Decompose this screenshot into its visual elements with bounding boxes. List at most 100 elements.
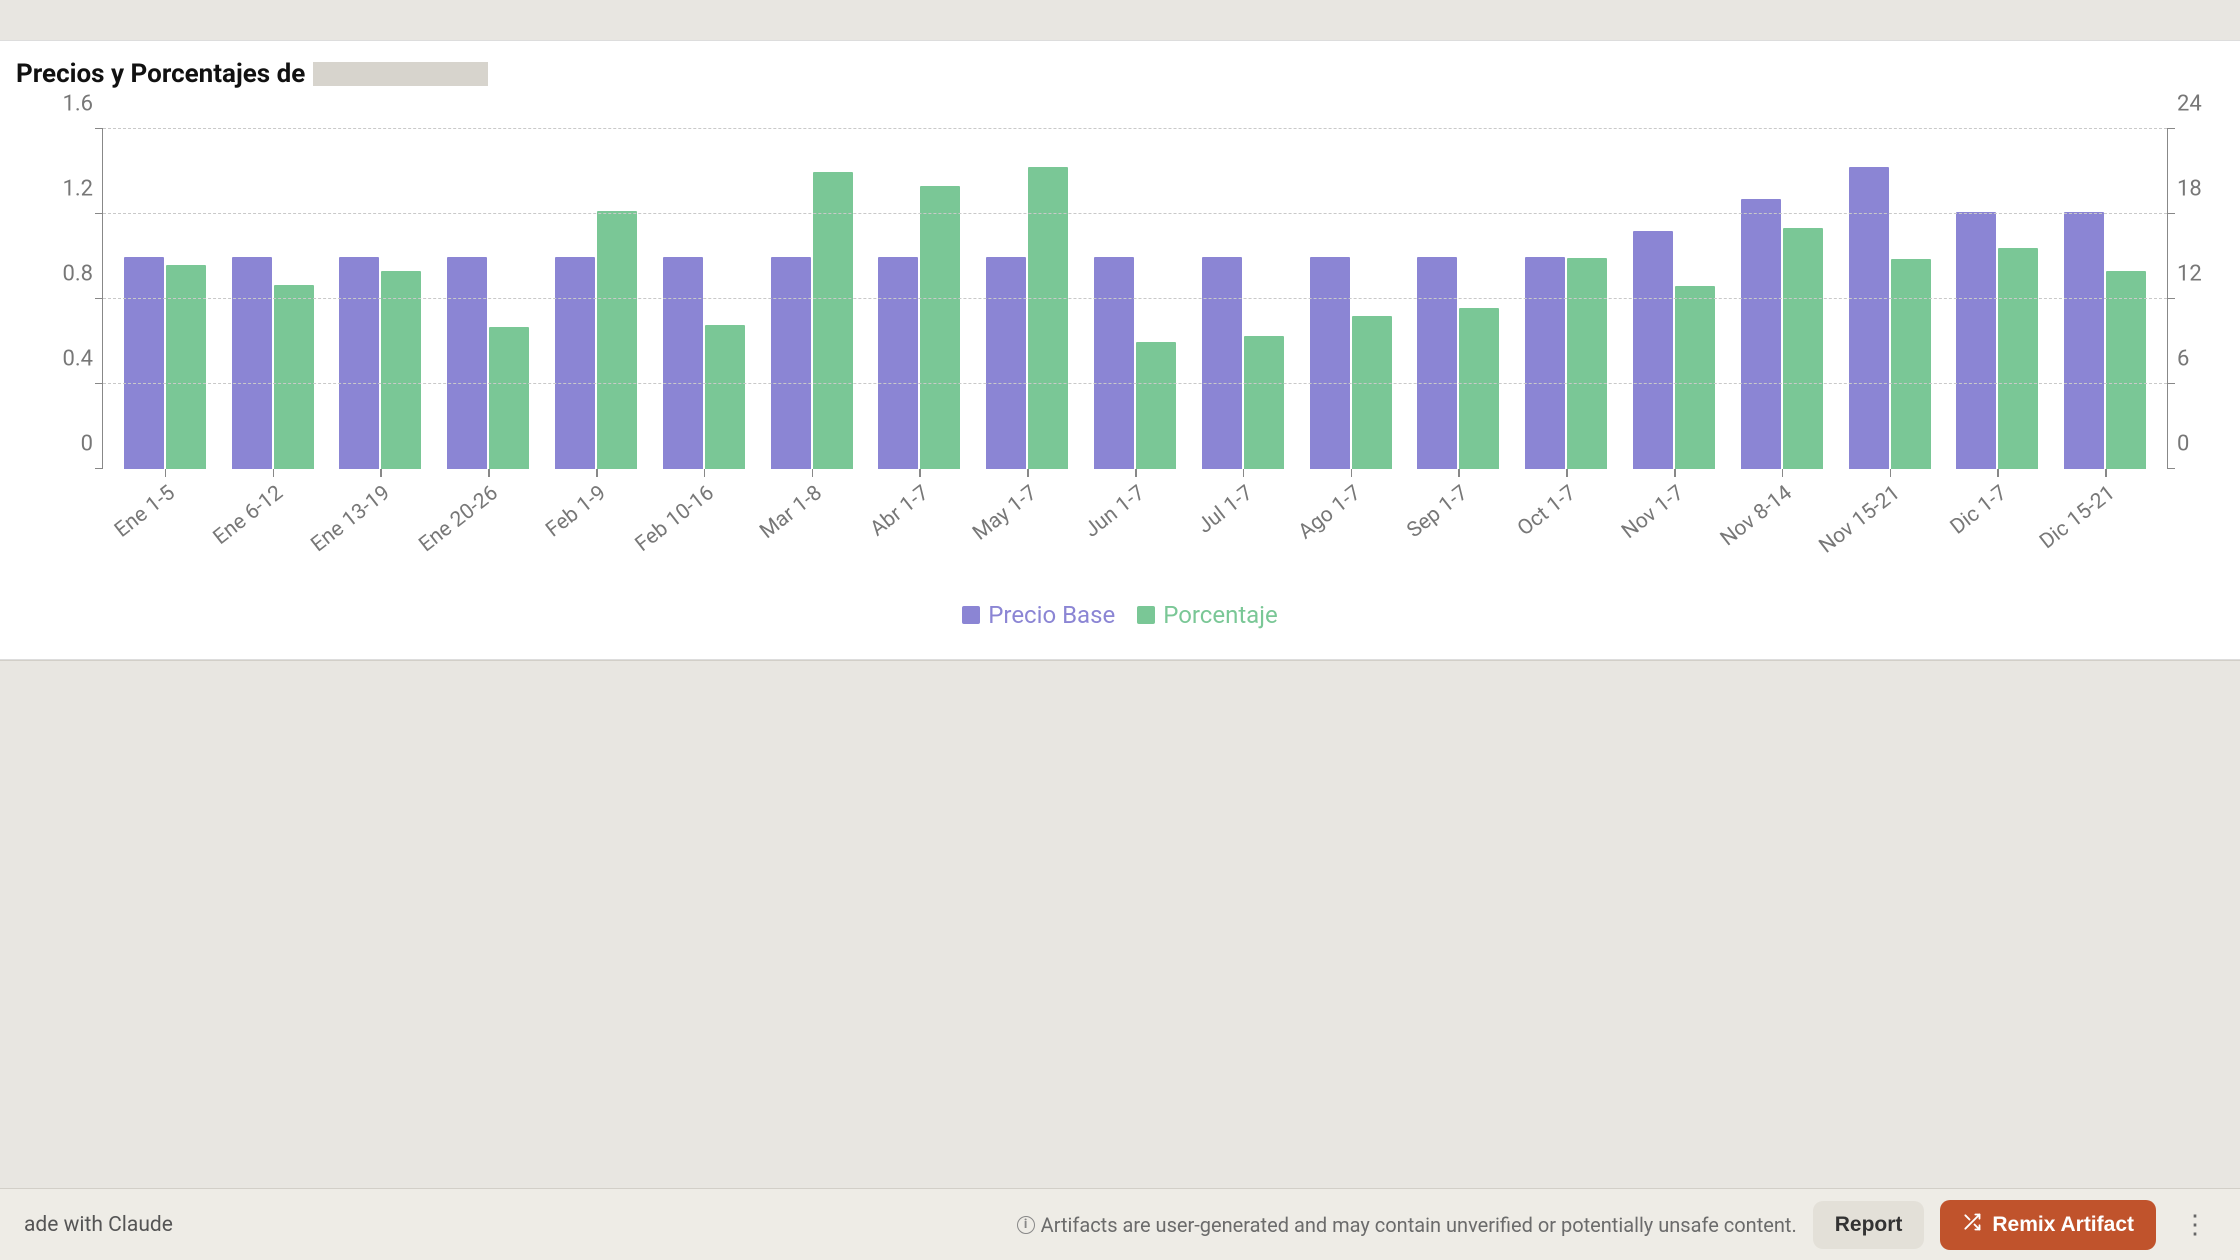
x-label-cell: Feb 10-16 — [650, 469, 758, 549]
title-redacted — [313, 62, 488, 86]
x-tick — [1135, 469, 1137, 477]
bar-group — [434, 129, 542, 469]
bar-porcentaje — [489, 327, 529, 469]
artifact-warning: i Artifacts are user-generated and may c… — [1017, 1213, 1797, 1237]
remix-label: Remix Artifact — [1992, 1213, 2134, 1237]
y-left-tick — [95, 383, 103, 385]
bar-porcentaje — [1567, 258, 1607, 469]
bar-group — [1297, 129, 1405, 469]
x-label-cell: Nov 1-7 — [1620, 469, 1728, 549]
y-left-tick-label: 1.2 — [62, 177, 103, 202]
x-tick-label: Oct 1-7 — [1514, 481, 1582, 541]
bar-group — [973, 129, 1081, 469]
x-label-cell: Ene 1-5 — [111, 469, 219, 549]
x-tick-label: Nov 8-14 — [1716, 481, 1797, 551]
x-axis-labels: Ene 1-5Ene 6-12Ene 13-19Ene 20-26Feb 1-9… — [103, 469, 2167, 549]
bar-precio — [555, 257, 595, 470]
bar-group — [1189, 129, 1297, 469]
x-label-cell: Ago 1-7 — [1297, 469, 1405, 549]
bar-group — [111, 129, 219, 469]
bar-precio — [1633, 231, 1673, 469]
bar-precio — [986, 257, 1026, 470]
bar-group — [758, 129, 866, 469]
bar-precio — [878, 257, 918, 470]
grid-line — [103, 383, 2167, 384]
x-label-cell: Abr 1-7 — [866, 469, 974, 549]
title-prefix: Precios y Porcentajes de — [16, 59, 305, 89]
bar-porcentaje — [705, 325, 745, 470]
x-tick — [704, 469, 706, 477]
footer-bar: ade with Claude i Artifacts are user-gen… — [0, 1188, 2240, 1260]
chart-title: Precios y Porcentajes de — [12, 59, 2228, 89]
bar-group — [2051, 129, 2159, 469]
x-tick-label: Feb 1-9 — [542, 481, 611, 542]
x-tick — [1566, 469, 1568, 477]
plot-area: Ene 1-5Ene 6-12Ene 13-19Ene 20-26Feb 1-9… — [102, 129, 2168, 469]
bar-porcentaje — [920, 186, 960, 469]
bar-group — [650, 129, 758, 469]
y-right-tick — [2167, 298, 2175, 300]
made-with-label: ade with Claude — [24, 1213, 173, 1237]
bar-group — [542, 129, 650, 469]
x-tick-label: Ene 6-12 — [209, 481, 288, 550]
x-tick-label: Nov 1-7 — [1618, 481, 1689, 544]
bar-group — [219, 129, 327, 469]
bar-precio — [771, 257, 811, 470]
bar-porcentaje — [1783, 228, 1823, 469]
bar-precio — [663, 257, 703, 470]
bar-porcentaje — [1244, 336, 1284, 469]
bar-porcentaje — [1675, 286, 1715, 469]
x-tick — [488, 469, 490, 477]
bar-porcentaje — [1352, 316, 1392, 469]
bar-group — [1836, 129, 1944, 469]
y-right-tick — [2167, 383, 2175, 385]
grid-line — [103, 213, 2167, 214]
bar-group — [327, 129, 435, 469]
x-tick — [273, 469, 275, 477]
x-tick — [1458, 469, 1460, 477]
x-tick-label: Ene 1-5 — [110, 481, 179, 543]
x-tick — [380, 469, 382, 477]
bar-group — [1512, 129, 1620, 469]
y-right-tick — [2167, 468, 2175, 470]
chart-panel: Precios y Porcentajes de Ene 1-5Ene 6-12… — [0, 40, 2240, 660]
legend-item-precio: Precio Base — [962, 601, 1115, 629]
x-tick — [1997, 469, 1999, 477]
x-tick-label: May 1-7 — [969, 481, 1042, 546]
x-tick-label: Sep 1-7 — [1403, 481, 1473, 543]
x-label-cell: Jun 1-7 — [1081, 469, 1189, 549]
x-tick — [1243, 469, 1245, 477]
x-tick — [1674, 469, 1676, 477]
bar-porcentaje — [274, 285, 314, 469]
bar-precio — [1741, 199, 1781, 469]
remix-artifact-button[interactable]: Remix Artifact — [1940, 1200, 2156, 1250]
x-tick-label: Jun 1-7 — [1080, 481, 1149, 543]
bar-precio — [1525, 257, 1565, 470]
y-right-tick-label: 6 — [2167, 347, 2189, 372]
bar-porcentaje — [2106, 271, 2146, 469]
x-tick — [1890, 469, 1892, 477]
bar-precio — [339, 257, 379, 470]
y-right-tick-label: 24 — [2167, 92, 2202, 117]
report-button[interactable]: Report — [1813, 1201, 1925, 1249]
legend-label-porcentaje: Porcentaje — [1163, 601, 1278, 629]
y-left-tick — [95, 468, 103, 470]
bar-precio — [2064, 212, 2104, 469]
x-tick-label: Jul 1-7 — [1193, 481, 1257, 539]
y-left-tick-label: 0 — [81, 432, 103, 457]
bar-porcentaje — [166, 265, 206, 469]
bar-porcentaje — [381, 271, 421, 469]
y-right-tick — [2167, 213, 2175, 215]
y-right-tick-label: 0 — [2167, 432, 2189, 457]
grid-line — [103, 298, 2167, 299]
bar-precio — [1417, 257, 1457, 470]
y-left-tick-label: 1.6 — [62, 92, 103, 117]
legend-swatch-precio — [962, 606, 980, 624]
bars-container — [103, 129, 2167, 469]
more-menu-button[interactable]: ⋮ — [2172, 1203, 2216, 1246]
bar-group — [866, 129, 974, 469]
y-left-tick — [95, 213, 103, 215]
chart: Ene 1-5Ene 6-12Ene 13-19Ene 20-26Feb 1-9… — [12, 129, 2228, 619]
y-right-tick-label: 12 — [2167, 262, 2202, 287]
bar-precio — [1202, 257, 1242, 470]
